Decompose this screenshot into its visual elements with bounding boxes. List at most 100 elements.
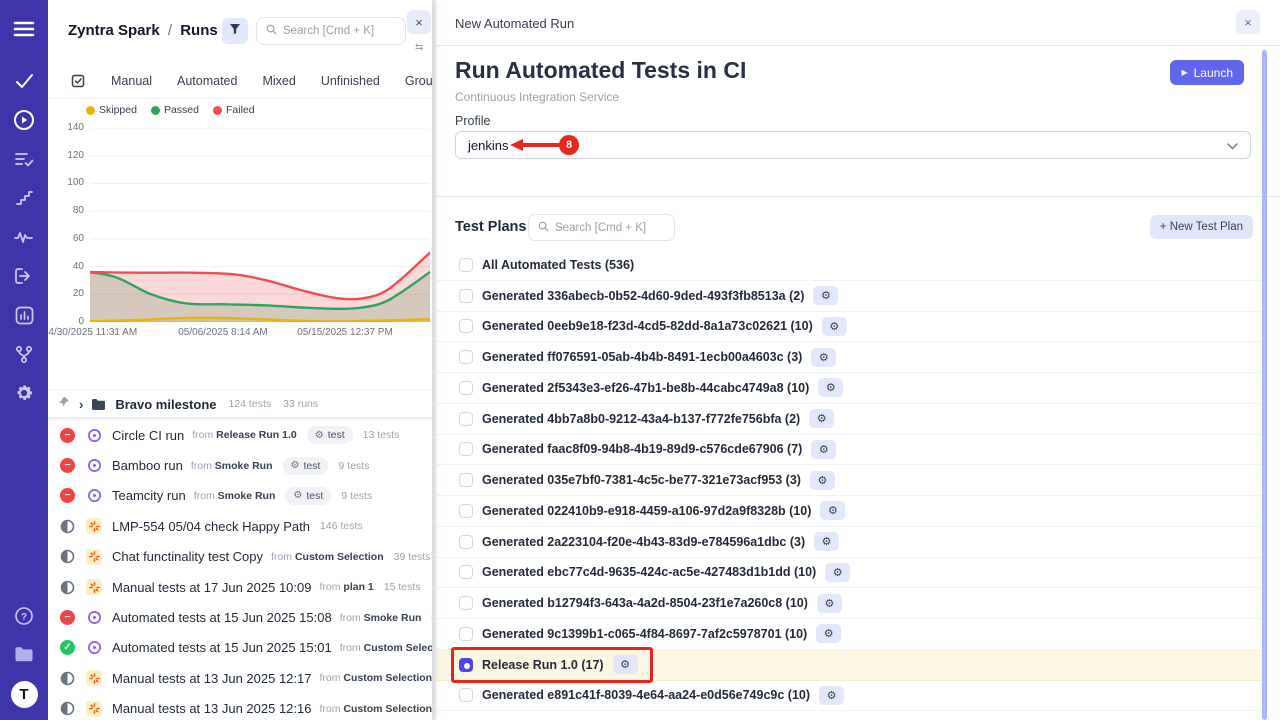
app-logo[interactable]: T bbox=[11, 681, 38, 708]
test-plan-row[interactable]: Generated faac8f09-94b8-4b19-89d9-c576cd… bbox=[436, 435, 1262, 466]
test-badge[interactable]: ⚙test bbox=[431, 609, 432, 627]
tab-automated[interactable]: Automated bbox=[177, 74, 237, 88]
plan-settings-button[interactable]: ⚙ bbox=[822, 317, 847, 336]
run-list-item[interactable]: LMP-554 05/04 check Happy Path146 tests bbox=[48, 511, 432, 541]
legend-item-passed[interactable]: Passed bbox=[151, 104, 199, 116]
runs-search[interactable] bbox=[256, 17, 406, 45]
test-badge[interactable]: ⚙test bbox=[285, 487, 331, 505]
tab-unfinished[interactable]: Unfinished bbox=[321, 74, 380, 88]
run-list-item[interactable]: −Circle CI runfrom Release Run 1.0⚙test1… bbox=[48, 420, 432, 450]
plan-settings-button[interactable]: ⚙ bbox=[613, 655, 638, 674]
breadcrumb-project[interactable]: Zyntra Spark bbox=[68, 22, 160, 39]
test-plan-row[interactable]: Generated 035e7bf0-7381-4c5c-be77-321e73… bbox=[436, 465, 1262, 496]
branch-icon[interactable] bbox=[0, 339, 48, 369]
pending-status-icon bbox=[60, 549, 75, 564]
plan-checkbox[interactable] bbox=[459, 258, 473, 272]
menu-icon[interactable] bbox=[0, 14, 48, 44]
test-plan-row[interactable]: Generated ebc77c4d-9635-424c-ac5e-427483… bbox=[436, 558, 1262, 589]
test-plans-search-input[interactable] bbox=[555, 222, 665, 234]
plan-settings-button[interactable]: ⚙ bbox=[814, 532, 839, 551]
plan-checkbox[interactable] bbox=[459, 627, 473, 641]
select-all-icon[interactable] bbox=[70, 73, 86, 89]
plan-checkbox[interactable] bbox=[459, 565, 473, 579]
runs-search-input[interactable] bbox=[283, 25, 396, 37]
test-badge[interactable]: ⚙test bbox=[283, 457, 329, 475]
plan-settings-button[interactable]: ⚙ bbox=[810, 471, 835, 490]
test-plan-row[interactable]: Generated 022410b9-e918-4459-a106-97d2a9… bbox=[436, 496, 1262, 527]
tab-mixed[interactable]: Mixed bbox=[262, 74, 295, 88]
run-list-item[interactable]: Manual tests at 13 Jun 2025 12:16from Cu… bbox=[48, 694, 432, 720]
plan-checkbox[interactable] bbox=[459, 504, 473, 518]
milestone-row[interactable]: › Bravo milestone 124 tests 33 runs bbox=[48, 391, 432, 417]
plan-settings-button[interactable]: ⚙ bbox=[811, 348, 836, 367]
test-plan-row[interactable]: Generated 4bb7a8b0-9212-43a4-b137-f772fe… bbox=[436, 404, 1262, 435]
plan-checkbox[interactable] bbox=[459, 381, 473, 395]
run-list-item[interactable]: −Bamboo runfrom Smoke Run⚙test9 tests bbox=[48, 450, 432, 480]
play-circle-icon[interactable] bbox=[0, 105, 48, 135]
test-plan-row[interactable]: All Automated Tests (536) bbox=[436, 250, 1262, 281]
test-plan-row[interactable]: Generated 0eeb9e18-f23d-4cd5-82dd-8a1a73… bbox=[436, 312, 1262, 343]
plan-checkbox[interactable] bbox=[459, 350, 473, 364]
svg-text:?: ? bbox=[21, 612, 27, 623]
plan-settings-button[interactable]: ⚙ bbox=[819, 686, 844, 705]
new-test-plan-button[interactable]: + New Test Plan bbox=[1150, 215, 1253, 239]
test-plan-row[interactable]: Generated 2a223104-f20e-4b43-83d9-e78459… bbox=[436, 527, 1262, 558]
run-list-item[interactable]: Manual tests at 17 Jun 2025 10:09from pl… bbox=[48, 572, 432, 602]
plan-label: Generated 9c1399b1-c065-4f84-8697-7af2c5… bbox=[482, 627, 807, 641]
run-list-item[interactable]: −Teamcity runfrom Smoke Run⚙test9 tests bbox=[48, 481, 432, 511]
plan-checkbox[interactable] bbox=[459, 473, 473, 487]
run-list-item[interactable]: ✓Automated tests at 15 Jun 2025 15:01fro… bbox=[48, 633, 432, 663]
list-check-icon[interactable] bbox=[0, 144, 48, 174]
folder-icon[interactable] bbox=[0, 639, 48, 669]
panel-close-button[interactable]: × bbox=[1236, 10, 1260, 34]
plan-checkbox[interactable] bbox=[459, 688, 473, 702]
bar-chart-icon[interactable] bbox=[0, 300, 48, 330]
plan-settings-button[interactable]: ⚙ bbox=[825, 563, 850, 582]
test-plan-row[interactable]: Generated ff076591-05ab-4b4b-8491-1ecb00… bbox=[436, 342, 1262, 373]
tab-manual[interactable]: Manual bbox=[111, 74, 152, 88]
steps-icon[interactable] bbox=[0, 183, 48, 213]
test-plan-row[interactable]: Generated 2f5343e3-ef26-47b1-be8b-44cabc… bbox=[436, 373, 1262, 404]
plan-checkbox[interactable] bbox=[459, 658, 473, 672]
check-icon[interactable] bbox=[0, 66, 48, 96]
plan-checkbox[interactable] bbox=[459, 535, 473, 549]
tab-groups[interactable]: Groups bbox=[405, 74, 432, 88]
plan-checkbox[interactable] bbox=[459, 412, 473, 426]
run-title: Chat functinality test Copy bbox=[112, 549, 263, 564]
plan-settings-button[interactable]: ⚙ bbox=[817, 594, 842, 613]
plan-settings-button[interactable]: ⚙ bbox=[809, 409, 834, 428]
run-list-item[interactable]: −Automated tests at 15 Jun 2025 15:08fro… bbox=[48, 602, 432, 632]
plan-settings-button[interactable]: ⚙ bbox=[818, 378, 843, 397]
legend-item-skipped[interactable]: Skipped bbox=[86, 104, 137, 116]
plan-settings-button[interactable]: ⚙ bbox=[813, 286, 838, 305]
plan-checkbox[interactable] bbox=[459, 319, 473, 333]
manual-run-icon bbox=[86, 579, 102, 595]
settings-icon[interactable] bbox=[0, 378, 48, 408]
test-plans-search[interactable] bbox=[528, 214, 675, 241]
run-source: from Custom Selection bbox=[271, 551, 384, 563]
plan-settings-button[interactable]: ⚙ bbox=[816, 624, 841, 643]
test-plan-row[interactable]: Generated e891c41f-8039-4e64-aa24-e0d56e… bbox=[436, 681, 1262, 712]
run-title: Teamcity run bbox=[112, 488, 186, 503]
legend-item-failed[interactable]: Failed bbox=[213, 104, 255, 116]
test-plan-row-selected[interactable]: Release Run 1.0 (17)⚙ bbox=[436, 650, 1262, 681]
plan-checkbox[interactable] bbox=[459, 442, 473, 456]
plan-settings-button[interactable]: ⚙ bbox=[820, 501, 845, 520]
plan-checkbox[interactable] bbox=[459, 596, 473, 610]
chevron-right-icon[interactable]: › bbox=[79, 397, 83, 412]
import-icon[interactable] bbox=[0, 261, 48, 291]
filter-button[interactable] bbox=[222, 18, 248, 44]
pulse-icon[interactable] bbox=[0, 222, 48, 252]
run-list-item[interactable]: Manual tests at 13 Jun 2025 12:17from Cu… bbox=[48, 663, 432, 693]
test-plan-row[interactable]: Generated 336abecb-0b52-4d60-9ded-493f3f… bbox=[436, 281, 1262, 312]
test-plan-row[interactable]: Generated 9c1399b1-c065-4f84-8697-7af2c5… bbox=[436, 619, 1262, 650]
vertical-scrollbar[interactable] bbox=[1262, 50, 1267, 720]
test-plan-row[interactable]: Generated b12794f3-643a-4a2d-8504-23f1e7… bbox=[436, 588, 1262, 619]
run-list-item[interactable]: Chat functinality test Copy from Custom S… bbox=[48, 542, 432, 572]
plan-settings-button[interactable]: ⚙ bbox=[811, 440, 836, 459]
plan-checkbox[interactable] bbox=[459, 289, 473, 303]
help-icon[interactable]: ? bbox=[0, 601, 48, 631]
launch-button[interactable]: ▶ Launch bbox=[1170, 60, 1244, 85]
drawer-close-button[interactable]: × bbox=[407, 10, 431, 34]
test-badge[interactable]: ⚙test bbox=[307, 426, 353, 444]
